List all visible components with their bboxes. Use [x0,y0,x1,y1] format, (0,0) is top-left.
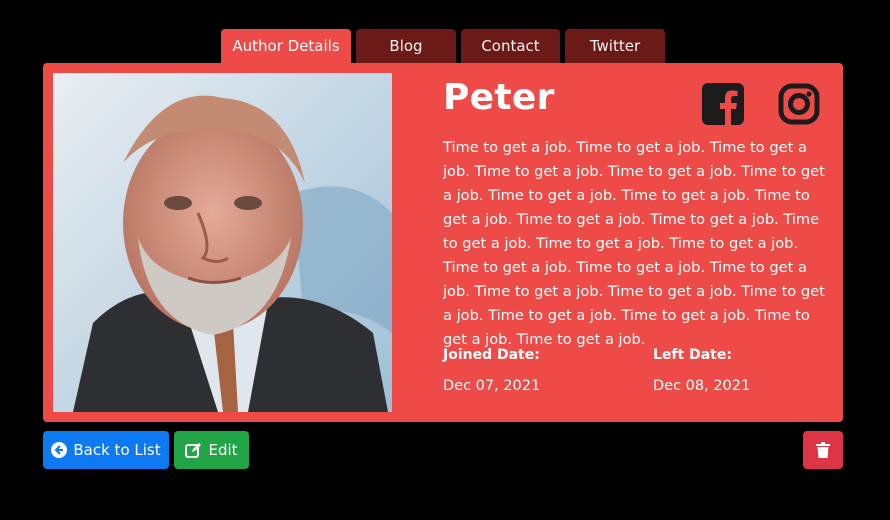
instagram-icon[interactable] [778,83,820,125]
author-name: Peter [443,77,555,118]
tab-blog[interactable]: Blog [356,29,456,63]
trash-icon [816,442,830,458]
author-bio: Time to get a job. Time to get a job. Ti… [443,139,825,348]
joined-date-label: Joined Date: [443,347,540,363]
delete-button[interactable] [803,431,843,469]
tab-author-details[interactable]: Author Details [221,29,351,63]
edit-button[interactable]: Edit [174,431,249,469]
edit-icon [185,442,202,458]
author-photo [53,73,392,412]
author-card: Peter Time to get a job. Time to get a j… [43,63,843,422]
tab-contact[interactable]: Contact [461,29,560,63]
tab-bar: Author Details Blog Contact Twitter [221,29,665,63]
left-date-value: Dec 08, 2021 [653,378,751,394]
joined-date-value: Dec 07, 2021 [443,378,541,394]
back-to-list-label: Back to List [73,441,161,459]
facebook-icon[interactable] [702,83,744,125]
left-date-label: Left Date: [653,347,732,363]
arrow-circle-left-icon [51,442,68,458]
back-to-list-button[interactable]: Back to List [43,431,169,469]
tab-twitter[interactable]: Twitter [565,29,665,63]
edit-label: Edit [208,441,238,459]
